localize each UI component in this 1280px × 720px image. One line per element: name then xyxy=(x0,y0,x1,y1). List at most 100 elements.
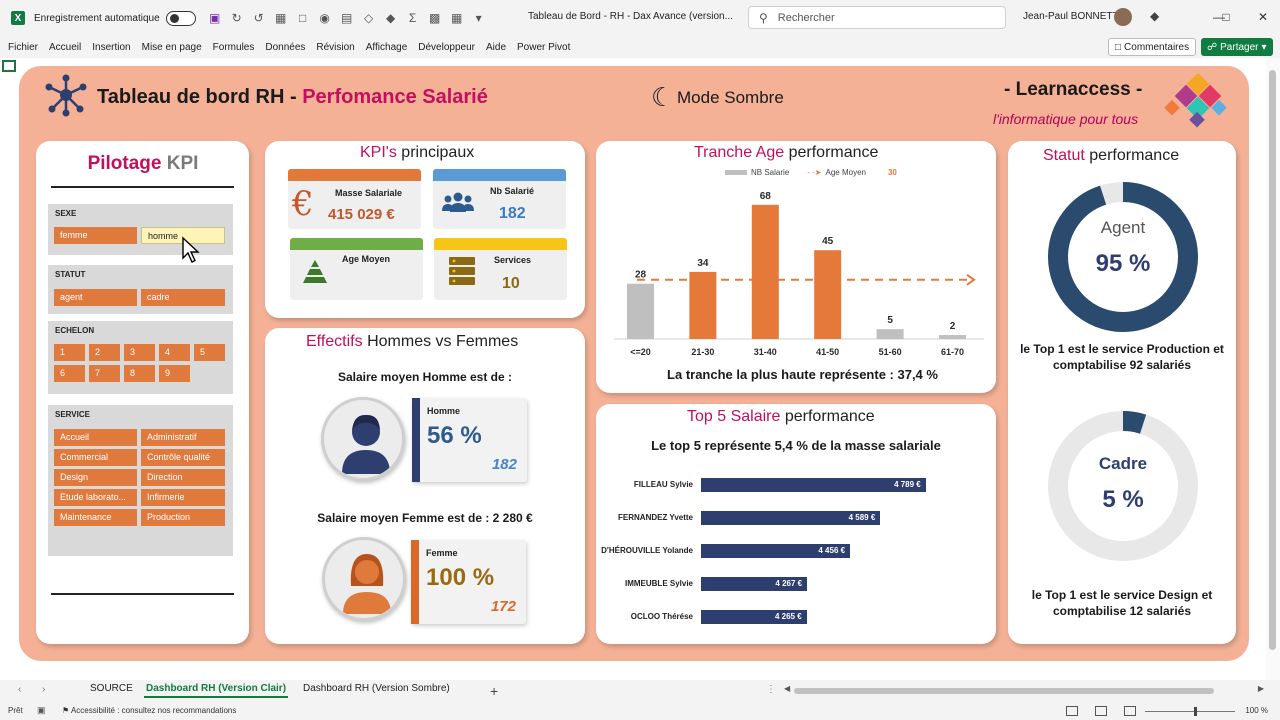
user-avatar[interactable] xyxy=(1114,8,1132,26)
dashboard-title: Tableau de bord RH - Perfomance Salarié xyxy=(97,86,488,109)
document-title[interactable]: Tableau de Bord - RH - Dax Avance (versi… xyxy=(528,11,733,22)
horizontal-scrollbar[interactable]: ◀ ▶ xyxy=(784,684,1264,695)
learnaccess-logo-icon xyxy=(1164,74,1227,128)
customize-dropdown-icon[interactable]: ▾ xyxy=(470,9,488,27)
divider xyxy=(51,186,234,188)
menu-mise-en-page[interactable]: Mise en page xyxy=(142,42,202,53)
menu-developpeur[interactable]: Développeur xyxy=(418,42,475,53)
tab-prev-icon[interactable]: ‹ xyxy=(18,684,21,695)
zoom-level[interactable]: 100 % xyxy=(1245,706,1268,715)
slicer-sexe-label: SEXE xyxy=(55,209,77,218)
accessibility-status[interactable]: ⚑ Accessibilité : consultez nos recomman… xyxy=(62,706,236,715)
tab-dashboard-clair[interactable]: Dashboard RH (Version Clair) xyxy=(144,683,289,698)
slicer-service-infirmerie[interactable]: Infirmerie xyxy=(141,489,225,506)
slicer-service-administratif[interactable]: Administratif xyxy=(141,429,225,446)
save-icon[interactable]: ▣ xyxy=(206,9,224,27)
menu-revision[interactable]: Révision xyxy=(316,42,354,53)
cadre-label: Cadre xyxy=(1098,454,1148,473)
slicer-statut-cadre[interactable]: cadre xyxy=(141,289,225,306)
page-layout-icon[interactable] xyxy=(1095,706,1107,716)
slicer-sexe: SEXE femme homme xyxy=(48,204,233,255)
close-icon[interactable]: ✕ xyxy=(1251,7,1275,27)
slicer-echelon-5[interactable]: 5 xyxy=(194,344,225,361)
form-icon[interactable]: ▦ xyxy=(272,9,290,27)
top5-title-b: performance xyxy=(784,408,875,425)
menu-affichage[interactable]: Affichage xyxy=(366,42,408,53)
page-break-icon[interactable] xyxy=(1124,706,1136,716)
zoom-slider-thumb[interactable] xyxy=(1194,707,1197,716)
slicer-service-direction[interactable]: Direction xyxy=(141,469,225,486)
slicer-echelon-6[interactable]: 6 xyxy=(54,365,85,382)
macro-record-icon[interactable]: ▣ xyxy=(37,705,46,716)
slicer-echelon-1[interactable]: 1 xyxy=(54,344,85,361)
age-bar xyxy=(814,250,842,339)
user-name[interactable]: Jean-Paul BONNETTO xyxy=(1023,11,1126,22)
tab-next-icon[interactable]: › xyxy=(42,684,45,695)
effectifs-card: Effectifs Hommes vs Femmes Salaire moyen… xyxy=(265,328,585,644)
comment-icon[interactable]: □ xyxy=(294,9,312,27)
scroll-thumb[interactable] xyxy=(794,688,1214,694)
quick-access-toolbar: ▣ ↻ ↺ ▦ □ ◉ ▤ ◇ ◆ Σ ▩ ▦ ▾ xyxy=(206,9,488,27)
kpi-bar xyxy=(433,169,566,181)
selected-cell[interactable] xyxy=(2,60,16,72)
camera-icon[interactable]: ◉ xyxy=(316,9,334,27)
tab-dashboard-sombre[interactable]: Dashboard RH (Version Sombre) xyxy=(303,683,450,694)
print-icon[interactable]: ▩ xyxy=(426,9,444,27)
age-label: Age Moyen xyxy=(342,254,391,264)
share-button[interactable]: ☍ Partager ▾ xyxy=(1201,38,1273,56)
slicer-echelon-7[interactable]: 7 xyxy=(89,365,120,382)
maximize-icon[interactable]: □ xyxy=(1214,7,1238,27)
grid-icon[interactable]: ▦ xyxy=(448,9,466,27)
redo-icon[interactable]: ↻ xyxy=(228,9,246,27)
slicer-service-controle-qualite[interactable]: Contrôle qualité xyxy=(141,449,225,466)
tab-source[interactable]: SOURCE xyxy=(90,683,133,694)
menu-aide[interactable]: Aide xyxy=(486,42,506,53)
slicer-statut-agent[interactable]: agent xyxy=(54,289,137,306)
add-sheet-icon[interactable]: + xyxy=(490,683,498,699)
menu-formules[interactable]: Formules xyxy=(213,42,255,53)
sum-icon[interactable]: Σ xyxy=(404,9,422,27)
mode-sombre-button[interactable]: ☾ Mode Sombre xyxy=(651,84,784,112)
comment-icon: □ xyxy=(1115,41,1122,53)
slicer-echelon-2[interactable]: 2 xyxy=(89,344,120,361)
slicer-echelon-3[interactable]: 3 xyxy=(124,344,155,361)
age-bar xyxy=(627,283,654,339)
femme-avatar xyxy=(322,537,406,621)
scroll-thumb[interactable] xyxy=(1269,70,1276,650)
zoom-slider[interactable] xyxy=(1145,711,1235,712)
slicer-service: SERVICE Accueil Administratif Commercial… xyxy=(48,405,233,556)
scroll-right-icon[interactable]: ▶ xyxy=(1258,684,1264,693)
slicer-service-design[interactable]: Design xyxy=(54,469,137,486)
femme-stat-box: Femme 100 % 172 xyxy=(411,540,526,624)
menu-accueil[interactable]: Accueil xyxy=(49,42,81,53)
diamond-icon[interactable]: ◆ xyxy=(1150,9,1159,23)
menu-fichier[interactable]: Fichier xyxy=(8,42,38,53)
menu-insertion[interactable]: Insertion xyxy=(92,42,130,53)
table-icon[interactable]: ▤ xyxy=(338,9,356,27)
slicer-echelon-8[interactable]: 8 xyxy=(124,365,155,382)
normal-view-icon[interactable] xyxy=(1066,706,1078,716)
menu-power-pivot[interactable]: Power Pivot xyxy=(517,42,570,53)
slicer-service-etude-laboratoire[interactable]: Etude laborato... xyxy=(54,489,137,506)
agent-label: Agent xyxy=(1100,218,1146,237)
paint-icon[interactable]: ◆ xyxy=(382,9,400,27)
slicer-service-accueil[interactable]: Accueil xyxy=(54,429,137,446)
slicer-sexe-femme[interactable]: femme xyxy=(54,227,137,244)
slicer-echelon-4[interactable]: 4 xyxy=(159,344,190,361)
comments-button[interactable]: □ Commentaires xyxy=(1108,38,1197,56)
pilotage-title: Pilotage KPI xyxy=(36,153,250,175)
eraser-icon[interactable]: ◇ xyxy=(360,9,378,27)
slicer-echelon-9[interactable]: 9 xyxy=(159,365,190,382)
effectifs-title: Effectifs Hommes vs Femmes xyxy=(306,333,518,351)
scroll-left-icon[interactable]: ◀ xyxy=(784,684,790,693)
slicer-service-commercial[interactable]: Commercial xyxy=(54,449,137,466)
search-box[interactable]: ⚲ Rechercher xyxy=(748,6,1006,29)
more-options-icon[interactable]: ⋮ xyxy=(766,684,776,695)
undo-icon[interactable]: ↺ xyxy=(250,9,268,27)
vertical-scrollbar[interactable] xyxy=(1266,58,1280,680)
slicer-service-maintenance[interactable]: Maintenance xyxy=(54,509,137,526)
slicer-service-production[interactable]: Production xyxy=(141,509,225,526)
autosave-toggle[interactable] xyxy=(165,10,196,26)
pilotage-title-b: KPI xyxy=(166,153,199,174)
menu-donnees[interactable]: Données xyxy=(265,42,305,53)
